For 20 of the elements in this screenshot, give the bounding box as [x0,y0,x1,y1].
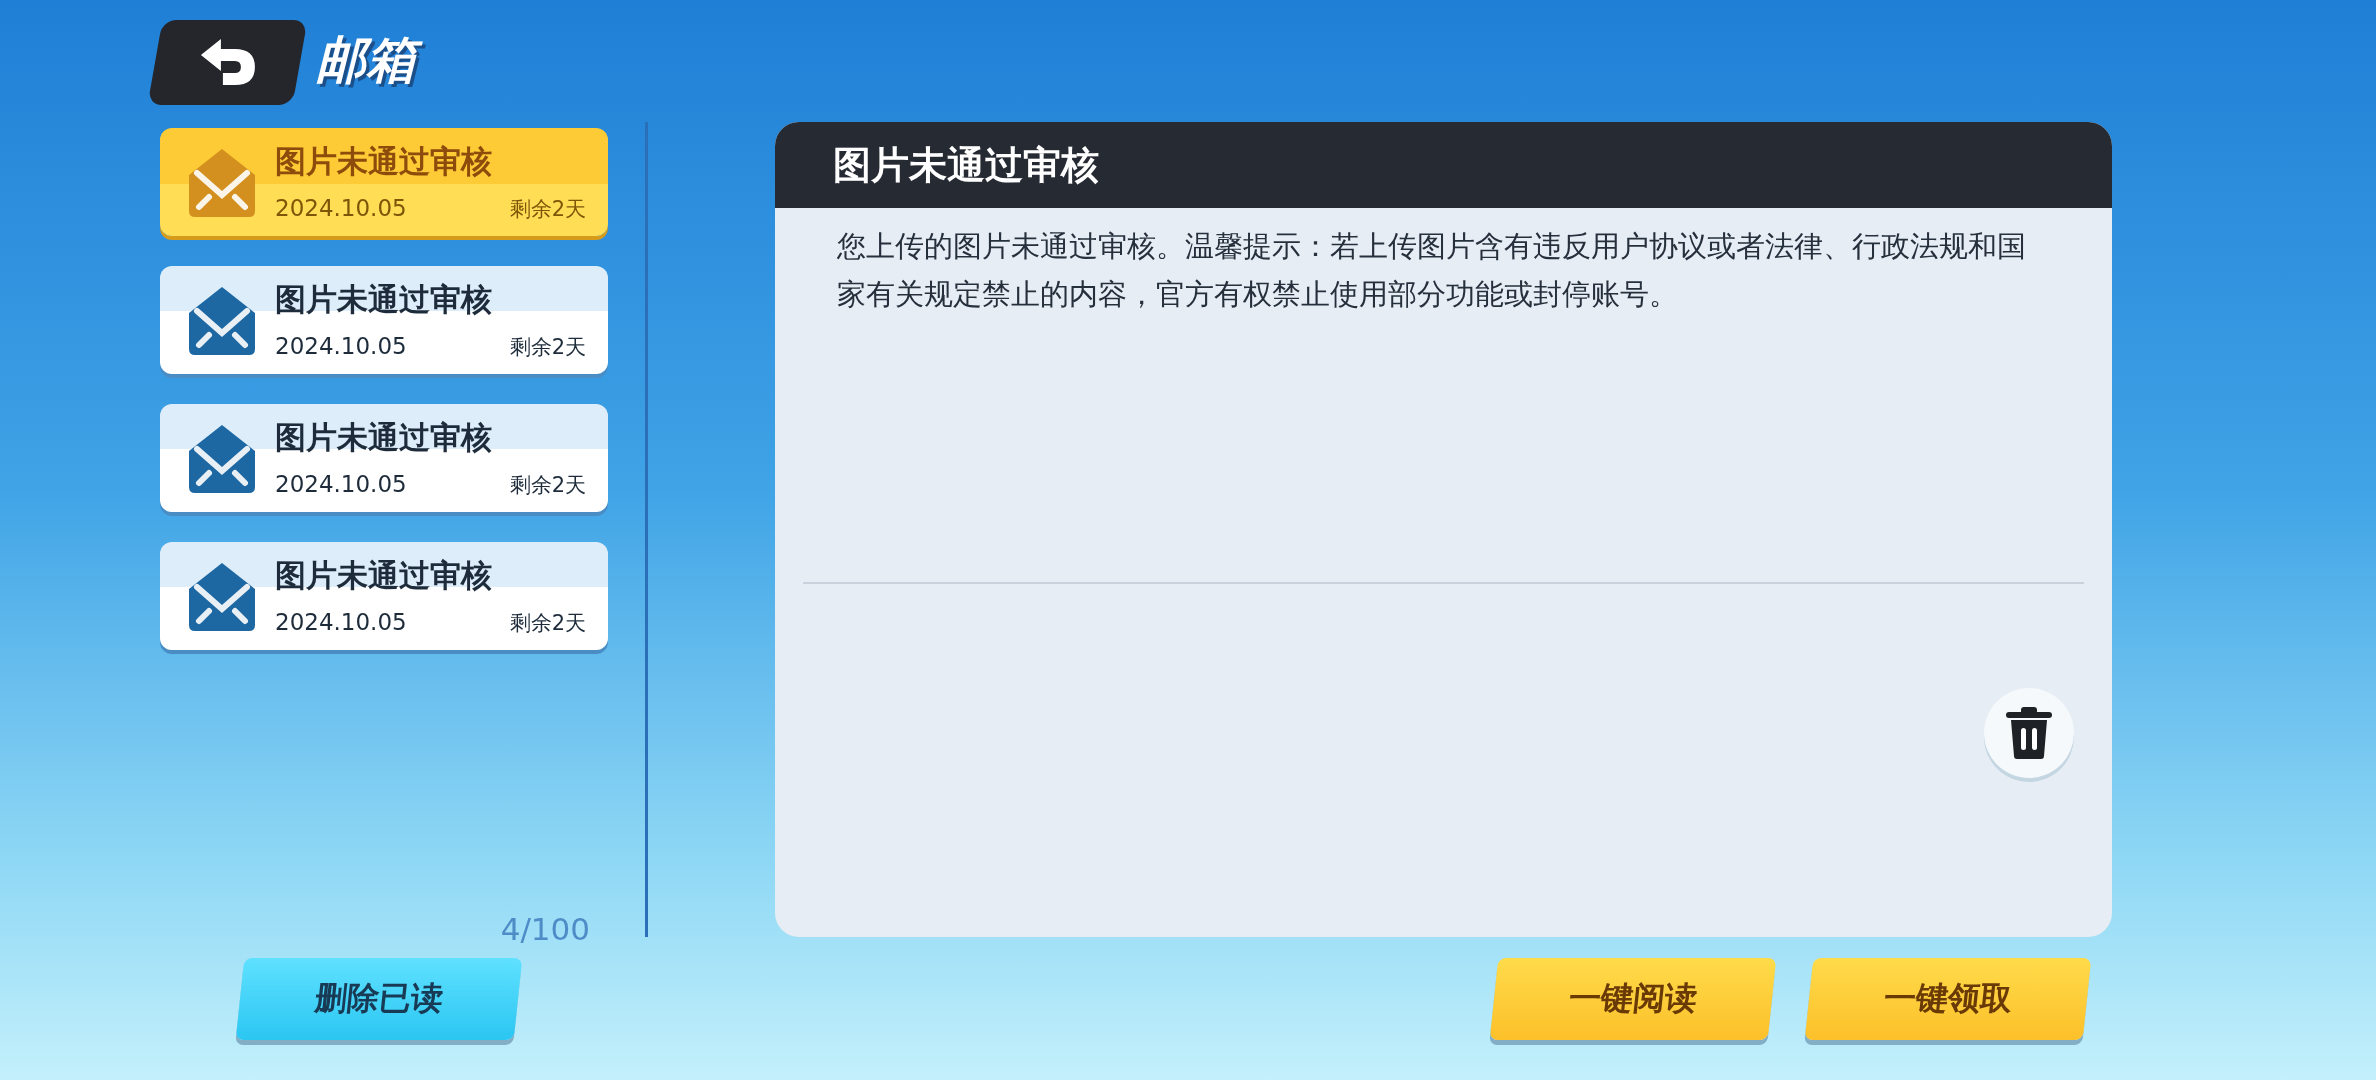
mail-title: 图片未通过审核 [275,556,493,595]
remaining-days: 剩余2天 [509,333,586,361]
mail-date: 2024.10.05 [275,195,407,221]
mail-title: 图片未通过审核 [275,280,493,319]
remaining-days: 剩余2天 [509,471,586,499]
action-button[interactable]: 一键阅读 [1489,958,1777,1040]
mail-date: 2024.10.05 [275,609,407,635]
action-button[interactable]: 删除已读 [235,958,523,1040]
mail-date: 2024.10.05 [275,471,407,497]
mail-date: 2024.10.05 [275,333,407,359]
mail-title: 图片未通过审核 [275,418,493,457]
mail-detail-title: 图片未通过审核 [833,141,1099,189]
trash-icon [2004,706,2054,760]
mail-body-text: 您上传的图片未通过审核。温馨提示：若上传图片含有违反用户协议或者法律、行政法规和国家有关规定禁止的内容，官方有权禁止使用部分功能或封停账号。 [837,228,2027,313]
remaining-days: 剩余2天 [509,609,586,637]
mail-title: 图片未通过审核 [275,142,493,181]
mail-count: 4/100 [500,911,590,947]
action-button[interactable]: 一键领取 [1804,958,2092,1040]
remaining-days: 剩余2天 [509,195,586,223]
page-title: 邮箱 [312,23,428,102]
